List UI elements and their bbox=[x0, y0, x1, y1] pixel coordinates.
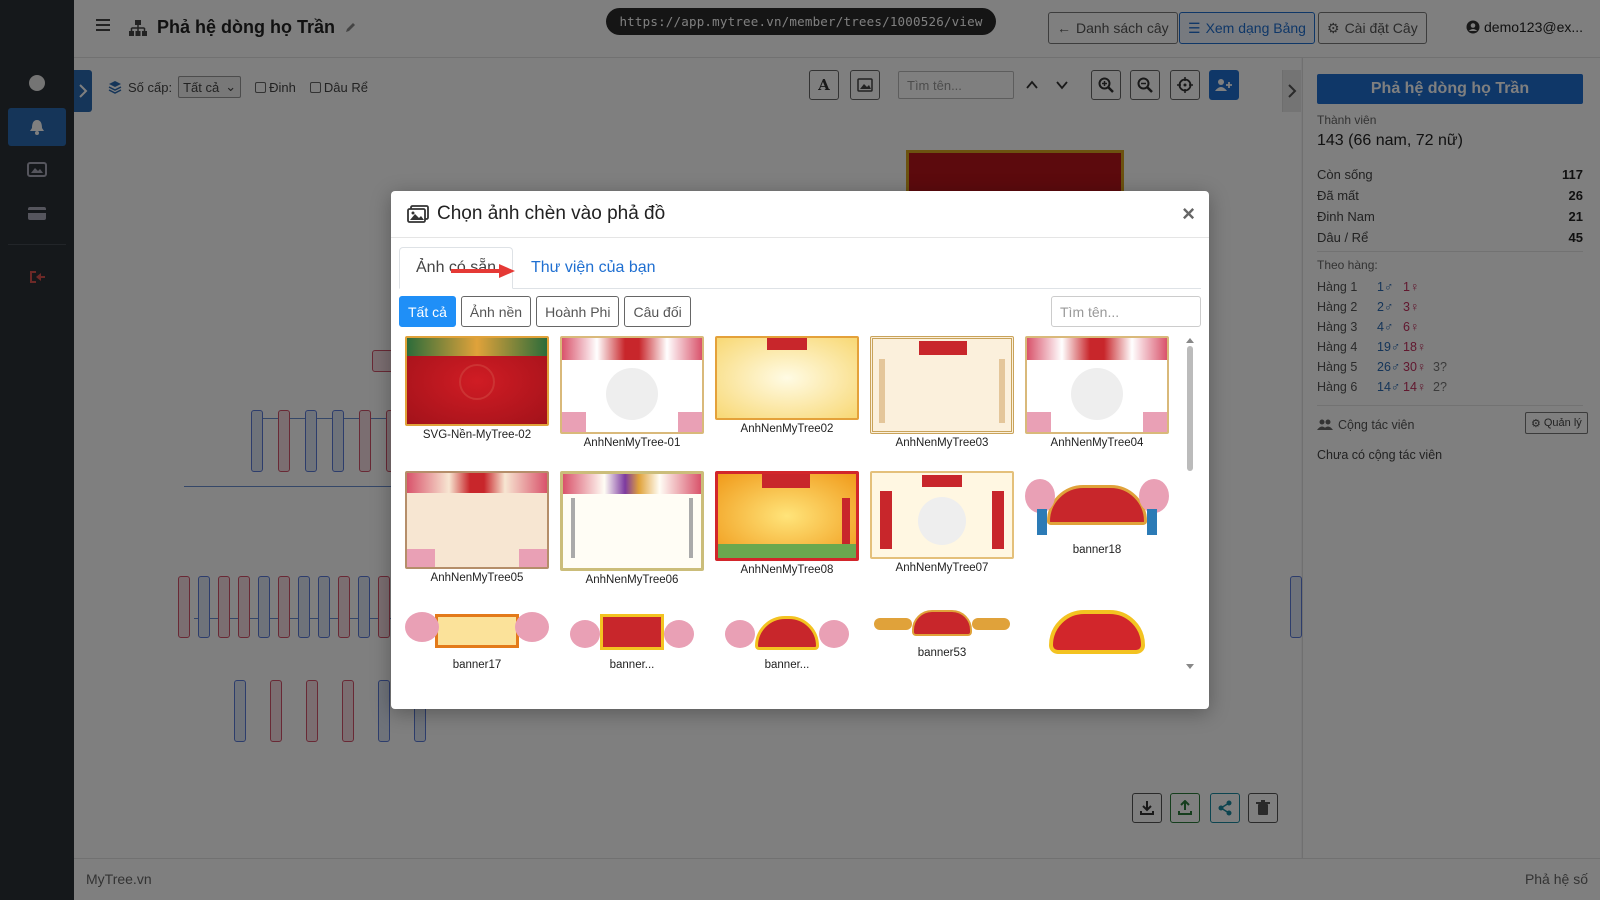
modal-title: Chọn ảnh chèn vào phả đồ bbox=[437, 203, 666, 224]
thumbnail-image bbox=[870, 606, 1014, 644]
close-icon[interactable]: × bbox=[1182, 201, 1195, 227]
thumbnail-image bbox=[1025, 471, 1169, 541]
image-thumb[interactable] bbox=[1025, 606, 1169, 663]
image-thumb[interactable]: banner17 bbox=[405, 606, 549, 671]
arrow-right-icon bbox=[451, 264, 515, 278]
thumbnail-image bbox=[870, 336, 1014, 434]
thumbnail-image bbox=[715, 471, 859, 561]
thumbnail-image bbox=[715, 336, 859, 420]
thumbnail-image bbox=[715, 606, 859, 656]
thumbnail-image bbox=[560, 606, 704, 656]
thumbnail-image bbox=[405, 336, 549, 426]
thumbnail-image bbox=[560, 336, 704, 434]
scroll-up-icon[interactable] bbox=[1185, 336, 1195, 344]
images-icon bbox=[407, 205, 429, 223]
image-thumb[interactable]: AnhNenMyTree03 bbox=[870, 336, 1014, 449]
filter-hoanh-phi-button[interactable]: Hoành Phi bbox=[536, 296, 620, 327]
image-thumb[interactable]: AnhNenMyTree07 bbox=[870, 471, 1014, 574]
choose-image-modal: Chọn ảnh chèn vào phả đồ × Ảnh có sẵn Th… bbox=[391, 191, 1209, 709]
filter-all-button[interactable]: Tất cả bbox=[399, 296, 456, 327]
image-thumb[interactable]: banner18 bbox=[1025, 471, 1169, 556]
image-thumb[interactable]: banner53 bbox=[870, 606, 1014, 659]
scrollbar-thumb[interactable] bbox=[1187, 346, 1193, 471]
tab-my-library[interactable]: Thư viện của bạn bbox=[515, 247, 672, 289]
image-thumb[interactable]: banner... bbox=[715, 606, 859, 671]
thumbnail-image bbox=[1025, 606, 1169, 660]
thumbnail-image bbox=[870, 471, 1014, 559]
image-thumb[interactable]: AnhNenMyTree08 bbox=[715, 471, 859, 576]
thumbnail-image bbox=[405, 606, 549, 656]
thumbnail-image bbox=[1025, 336, 1169, 434]
image-thumb[interactable]: AnhNenMyTree05 bbox=[405, 471, 549, 584]
image-thumb[interactable]: AnhNenMyTree04 bbox=[1025, 336, 1169, 449]
scroll-down-icon[interactable] bbox=[1185, 663, 1195, 671]
image-thumb[interactable]: AnhNenMyTree-01 bbox=[560, 336, 704, 449]
image-thumb[interactable]: AnhNenMyTree02 bbox=[715, 336, 859, 435]
thumbnail-image bbox=[560, 471, 704, 571]
modal-tabs: Ảnh có sẵn Thư viện của bạn bbox=[399, 247, 1201, 289]
filter-cau-doi-button[interactable]: Câu đối bbox=[624, 296, 691, 327]
thumbnail-image bbox=[405, 471, 549, 569]
category-filters: Tất cả Ảnh nền Hoành Phi Câu đối bbox=[399, 296, 691, 327]
image-thumb[interactable]: AnhNenMyTree06 bbox=[560, 471, 704, 586]
image-gallery: SVG-Nền-MyTree-02 AnhNenMyTree-01 AnhNen… bbox=[399, 336, 1181, 671]
image-thumb[interactable]: banner... bbox=[560, 606, 704, 671]
image-thumb[interactable]: SVG-Nền-MyTree-02 bbox=[405, 336, 549, 441]
image-search-input[interactable]: Tìm tên... bbox=[1051, 296, 1201, 327]
gallery-scrollbar[interactable] bbox=[1185, 336, 1195, 671]
filter-background-button[interactable]: Ảnh nền bbox=[460, 296, 532, 327]
